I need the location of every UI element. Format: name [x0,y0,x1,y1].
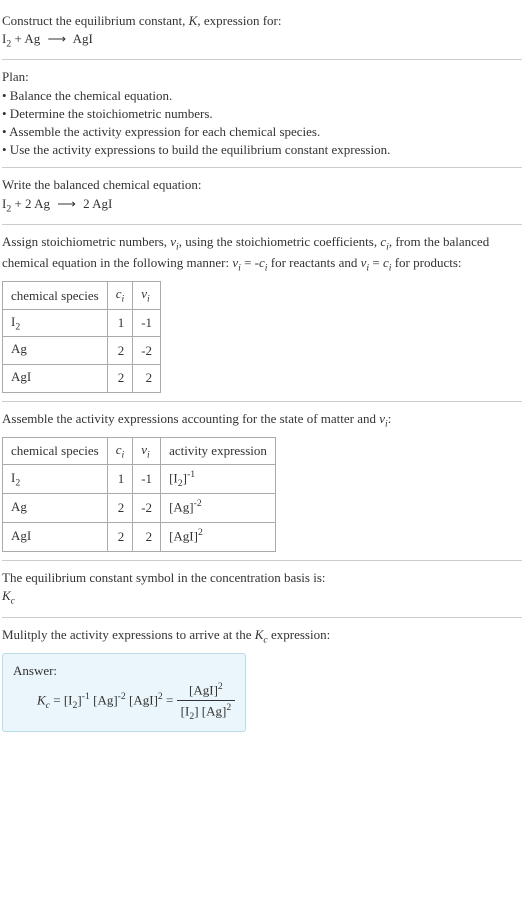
th-species: chemical species [3,437,108,465]
c-cell: 2 [107,337,133,365]
multiply-intro: Mulitply the activity expressions to arr… [2,626,522,647]
species-cell: AgI [3,523,108,552]
stoich-intro-b: , using the stoichiometric coefficients, [179,234,381,249]
c-cell: 2 [107,365,133,393]
intro-text: Construct the equilibrium constant, [2,13,189,28]
th-nu: νi [133,282,161,310]
stoich-intro-a: Assign stoichiometric numbers, [2,234,170,249]
plan-title: Plan: [2,68,522,86]
reaction-arrow-icon: ⟶ [57,195,76,213]
reaction-arrow-icon: ⟶ [47,30,66,48]
fraction-numerator: [AgI]2 [177,680,236,701]
species-cell: I2 [3,309,108,337]
kc-intro: The equilibrium constant symbol in the c… [2,569,522,587]
plan-bullet-1: • Balance the chemical equation. [2,87,522,105]
c-cell: 2 [107,494,133,523]
answer-box: Answer: Kc = [I2]-1 [Ag]-2 [AgI]2 = [AgI… [2,653,246,732]
stoich-intro: Assign stoichiometric numbers, νi, using… [2,233,522,275]
fraction-denominator: [I2] [Ag]2 [177,701,236,724]
table-row: AgI 2 2 [AgI]2 [3,523,276,552]
activity-intro-a: Assemble the activity expressions accoun… [2,411,379,426]
c-cell: 2 [107,523,133,552]
species-cell: AgI [3,365,108,393]
intro-after: , expression for: [197,13,281,28]
table-row: Ag 2 -2 [3,337,161,365]
stoich-section: Assign stoichiometric numbers, νi , using… [2,225,522,402]
bal-rhs: 2 AgI [80,196,113,211]
nu-cell: -2 [133,494,161,523]
plan-bullet-3: • Assemble the activity expression for e… [2,123,522,141]
plan-bullet-4: • Use the activity expressions to build … [2,141,522,159]
th-species: chemical species [3,282,108,310]
table-row: I2 1 -1 [I2]-1 [3,465,276,494]
rel2-after: for products: [391,255,461,270]
th-nu: νi [133,437,161,465]
table-row: AgI 2 2 [3,365,161,393]
activity-cell: [AgI]2 [161,523,276,552]
table-header-row: chemical species ci νi activity expressi… [3,437,276,465]
rhs: AgI [70,31,93,46]
rel1-eq: = - [241,255,259,270]
balanced-equation: I2 + 2 Ag ⟶ 2 AgI [2,195,522,216]
answer-label: Answer: [13,662,235,680]
nu-cell: -1 [133,465,161,494]
unbalanced-equation: I2 + Ag ⟶ AgI [2,30,522,51]
balanced-section: Write the balanced chemical equation: I2… [2,168,522,224]
th-c: ci [107,437,133,465]
bal-rest: + 2 Ag [11,196,53,211]
species-cell: Ag [3,494,108,523]
kc-symbol-section: The equilibrium constant symbol in the c… [2,561,522,617]
problem-text: Construct the equilibrium constant, K, e… [2,12,522,30]
rel2-eq: = [369,255,383,270]
th-c: ci [107,282,133,310]
answer-expression: Kc = [I2]-1 [Ag]-2 [AgI]2 = [AgI]2[I2] [… [13,680,235,723]
species-cell: Ag [3,337,108,365]
th-activity: activity expression [161,437,276,465]
balanced-intro: Write the balanced chemical equation: [2,176,522,194]
nu-cell: -1 [133,309,161,337]
nu-cell: -2 [133,337,161,365]
table-header-row: chemical species ci νi [3,282,161,310]
table-row: Ag 2 -2 [Ag]-2 [3,494,276,523]
c-cell: 1 [107,309,133,337]
table-row: I2 1 -1 [3,309,161,337]
activity-table: chemical species ci νi activity expressi… [2,437,276,552]
problem-statement: Construct the equilibrium constant, K, e… [2,4,522,60]
c-cell: 1 [107,465,133,494]
stoich-table: chemical species ci νi I2 1 -1 Ag 2 -2 A… [2,281,161,392]
activity-intro-b: : [388,411,392,426]
rel1-after: for reactants and [268,255,361,270]
activity-cell: [Ag]-2 [161,494,276,523]
plan-section: Plan: • Balance the chemical equation. •… [2,60,522,168]
answer-section: Mulitply the activity expressions to arr… [2,618,522,741]
activity-intro: Assemble the activity expressions accoun… [2,410,522,431]
plan-bullet-2: • Determine the stoichiometric numbers. [2,105,522,123]
fraction: [AgI]2[I2] [Ag]2 [177,680,236,723]
activity-cell: [I2]-1 [161,465,276,494]
species-cell: I2 [3,465,108,494]
nu-cell: 2 [133,365,161,393]
kc-symbol: Kc [2,587,522,608]
plus-ag: + Ag [11,31,43,46]
activity-section: Assemble the activity expressions accoun… [2,402,522,562]
nu-cell: 2 [133,523,161,552]
